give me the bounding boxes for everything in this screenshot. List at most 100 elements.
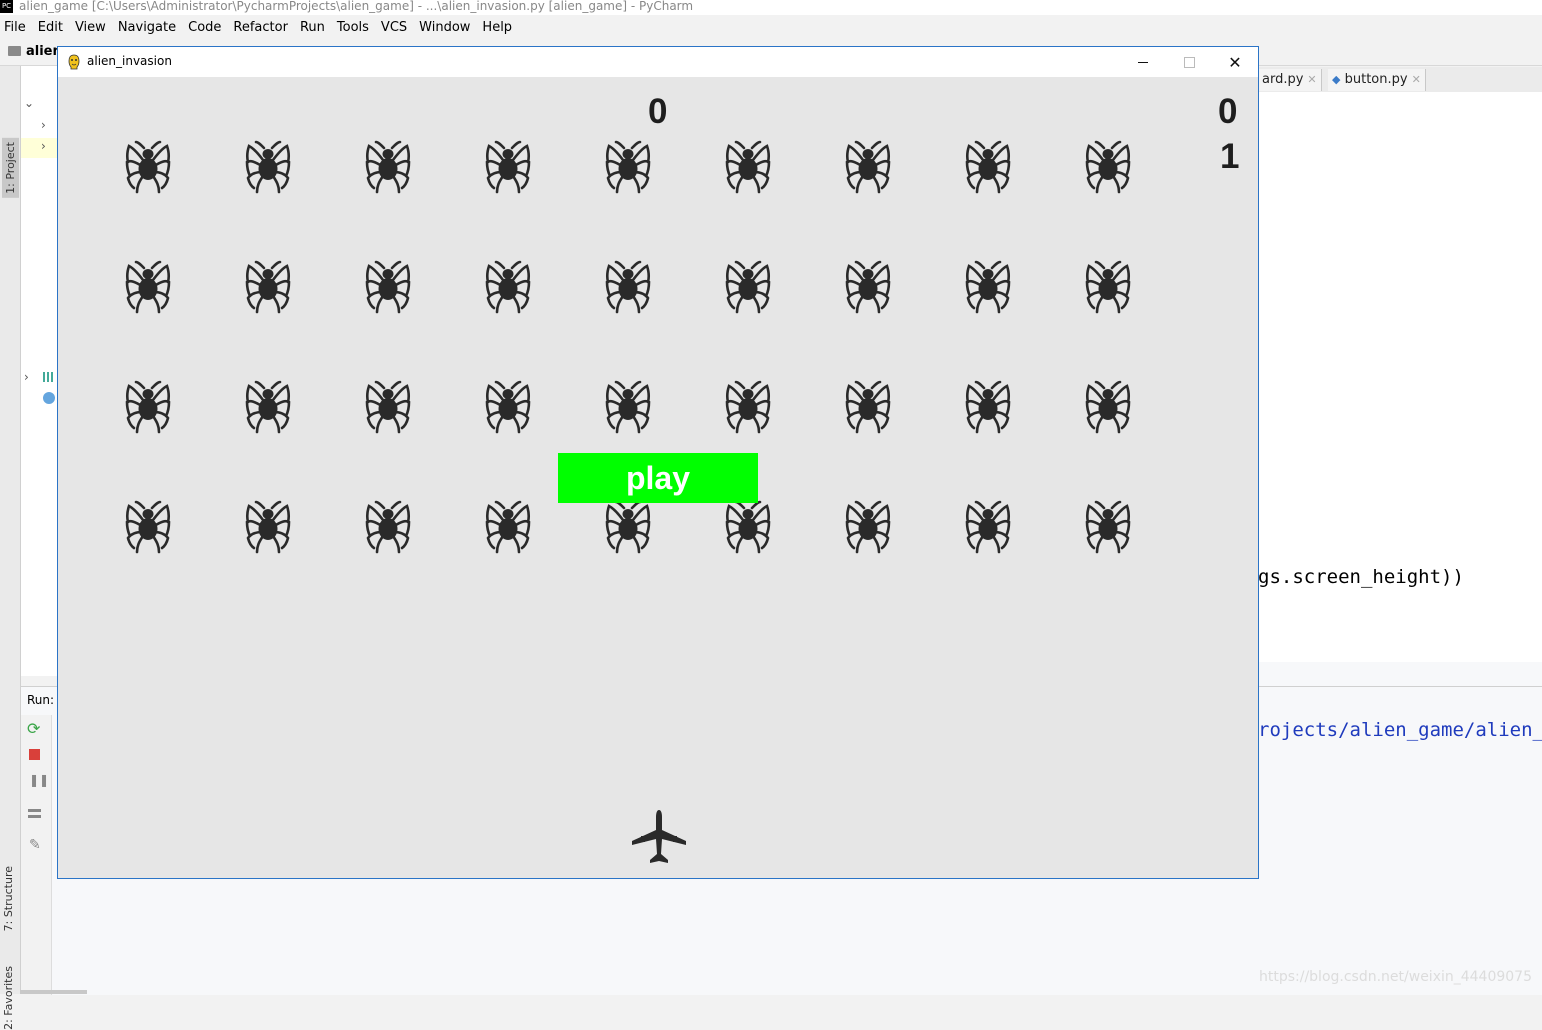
- code-editor[interactable]: gs.screen_height)): [1258, 92, 1542, 662]
- ide-title-text: alien_game [C:\Users\Administrator\Pycha…: [19, 0, 694, 13]
- spider-icon: [485, 260, 531, 314]
- code-line: gs.screen_height)): [1258, 566, 1464, 588]
- chevron-down-icon[interactable]: ⌄: [24, 96, 34, 110]
- spider-icon: [725, 260, 771, 314]
- spider-icon: [965, 500, 1011, 554]
- external-libraries-icon: [43, 372, 57, 382]
- folder-icon: [8, 46, 21, 56]
- menu-code[interactable]: Code: [182, 17, 227, 39]
- spider-icon: [365, 260, 411, 314]
- spider-icon: [125, 260, 171, 314]
- status-indicator: [20, 990, 87, 994]
- spider-icon: [485, 500, 531, 554]
- close-button[interactable]: ✕: [1212, 47, 1258, 77]
- high-score-display: 0: [1218, 92, 1238, 131]
- spider-icon: [245, 140, 291, 194]
- spider-icon: [605, 260, 651, 314]
- spider-icon: [125, 380, 171, 434]
- spider-icon: [725, 140, 771, 194]
- spider-icon: [965, 380, 1011, 434]
- spider-icon: [125, 500, 171, 554]
- spider-icon: [845, 260, 891, 314]
- menu-view[interactable]: View: [69, 17, 112, 39]
- menu-bar: File Edit View Navigate Code Refactor Run Tools…: [0, 17, 1542, 39]
- score-display: 0: [648, 92, 668, 131]
- menu-refactor[interactable]: Refactor: [227, 17, 294, 39]
- layout-icon[interactable]: [28, 809, 41, 818]
- tool-tab-favorites[interactable]: 2: Favorites: [2, 966, 15, 1030]
- game-window-title-bar[interactable]: alien_invasion ✕: [58, 47, 1258, 77]
- spider-icon: [365, 380, 411, 434]
- game-canvas[interactable]: 0 0 1 play: [58, 77, 1258, 878]
- maximize-icon: [1183, 56, 1195, 68]
- spider-icon: [605, 140, 651, 194]
- menu-tools[interactable]: Tools: [331, 17, 375, 39]
- tool-tab-project[interactable]: 1: Project: [2, 138, 19, 198]
- spider-icon: [245, 260, 291, 314]
- tab-label: button.py: [1344, 72, 1408, 87]
- spider-icon: [245, 380, 291, 434]
- menu-edit[interactable]: Edit: [32, 17, 69, 39]
- spider-icon: [605, 380, 651, 434]
- spider-icon: [485, 140, 531, 194]
- pause-icon[interactable]: ❚❚: [29, 773, 49, 787]
- ide-title-bar: PC alien_game [C:\Users\Administrator\Pyc…: [0, 0, 1542, 15]
- rerun-icon[interactable]: ⟳: [27, 719, 40, 738]
- run-output-line: rojects/alien_game/alien_i: [1258, 719, 1542, 741]
- close-icon[interactable]: ✕: [1307, 73, 1316, 86]
- menu-help[interactable]: Help: [476, 17, 518, 39]
- tool-tab-structure[interactable]: 7: Structure: [2, 866, 15, 931]
- left-tool-stripe: 1: Project 7: Structure 2: Favorites: [0, 66, 21, 1030]
- menu-navigate[interactable]: Navigate: [112, 17, 182, 39]
- spider-icon: [1085, 140, 1131, 194]
- editor-spacer: [1258, 662, 1542, 686]
- menu-run[interactable]: Run: [294, 17, 331, 39]
- spider-icon: [125, 140, 171, 194]
- spider-icon: [605, 500, 651, 554]
- spider-icon: [1085, 500, 1131, 554]
- spider-icon: [365, 140, 411, 194]
- level-display: 1: [1220, 137, 1240, 176]
- editor-tab-scoreboard[interactable]: ard.py ✕: [1258, 69, 1322, 91]
- pin-icon[interactable]: ✎: [29, 837, 41, 853]
- menu-window[interactable]: Window: [413, 17, 476, 39]
- editor-tab-bar: ard.py ✕ ◆ button.py ✕: [1258, 67, 1542, 93]
- spider-icon: [845, 140, 891, 194]
- game-window-title: alien_invasion: [87, 54, 172, 68]
- menu-file[interactable]: File: [0, 17, 32, 39]
- spider-icon: [845, 380, 891, 434]
- spider-icon: [1085, 260, 1131, 314]
- pycharm-logo-icon: PC: [0, 0, 13, 13]
- minimize-button[interactable]: [1120, 47, 1166, 77]
- spider-icon: [365, 500, 411, 554]
- spider-icon: [965, 260, 1011, 314]
- menu-vcs[interactable]: VCS: [375, 17, 413, 39]
- spider-icon: [485, 380, 531, 434]
- run-toolbar: ⟳ ❚❚ ✎: [21, 715, 52, 995]
- game-window: alien_invasion ✕ 0 0 1 play: [57, 46, 1259, 879]
- chevron-right-icon[interactable]: ›: [24, 370, 29, 384]
- tab-label: ard.py: [1262, 72, 1304, 87]
- run-label: Run:: [27, 693, 55, 707]
- spider-icon: [725, 380, 771, 434]
- chevron-right-icon[interactable]: ›: [41, 139, 46, 153]
- chevron-right-icon[interactable]: ›: [41, 118, 46, 132]
- spider-icon: [725, 500, 771, 554]
- editor-tab-button[interactable]: ◆ button.py ✕: [1328, 69, 1426, 91]
- spider-icon: [245, 500, 291, 554]
- maximize-button[interactable]: [1166, 47, 1212, 77]
- watermark: https://blog.csdn.net/weixin_44409075: [1258, 969, 1532, 985]
- play-button[interactable]: play: [558, 453, 758, 503]
- minimize-icon: [1138, 61, 1148, 63]
- spider-icon: [845, 500, 891, 554]
- spider-icon: [1085, 380, 1131, 434]
- airplane-icon: [632, 810, 686, 863]
- close-icon: ✕: [1228, 52, 1242, 72]
- python-file-icon: ◆: [1332, 73, 1341, 86]
- scratches-icon: [43, 392, 55, 404]
- project-panel: ⌄ › › ›: [21, 66, 61, 676]
- pygame-icon: [68, 54, 80, 70]
- stop-icon[interactable]: [29, 749, 40, 760]
- close-icon[interactable]: ✕: [1412, 73, 1421, 86]
- spider-icon: [965, 140, 1011, 194]
